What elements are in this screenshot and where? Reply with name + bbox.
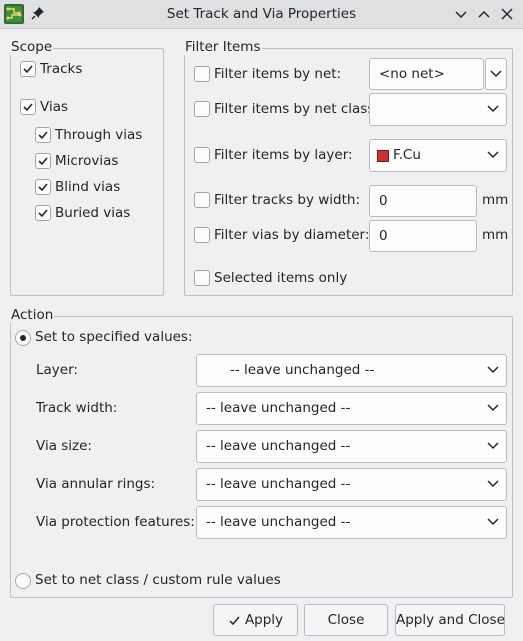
check-icon [38, 183, 48, 192]
via-diameter-input[interactable]: 0 [369, 220, 477, 252]
vias-label: Vias [40, 99, 68, 115]
check-icon [38, 157, 48, 166]
filter-net-checkbox[interactable] [194, 66, 210, 82]
via-diameter-value: 0 [379, 228, 388, 244]
filter-track-width-label: Filter tracks by width: [214, 192, 361, 208]
selected-only-label: Selected items only [214, 270, 348, 286]
net-selector-field[interactable]: <no net> [369, 58, 484, 90]
check-icon [23, 103, 33, 112]
action-protection-dropdown[interactable]: -- leave unchanged -- [196, 506, 507, 539]
set-specified-radio[interactable] [15, 330, 31, 346]
close-button-label: Close [327, 612, 365, 628]
chevron-down-icon [487, 404, 499, 412]
apply-button-label: Apply [244, 612, 284, 628]
action-protection-value: -- leave unchanged -- [206, 514, 351, 530]
filter-net-label: Filter items by net: [214, 66, 342, 82]
check-icon [38, 131, 48, 140]
minimize-icon[interactable] [453, 6, 469, 22]
action-via-size-label: Via size: [36, 438, 92, 454]
maximize-icon[interactable] [476, 6, 492, 22]
filter-layer-checkbox[interactable] [194, 147, 210, 163]
action-annular-rings-dropdown[interactable]: -- leave unchanged -- [196, 468, 507, 501]
chevron-down-icon [487, 518, 499, 526]
chevron-down-icon [487, 442, 499, 450]
check-icon [38, 209, 48, 218]
scope-label: Scope [10, 39, 54, 55]
close-icon[interactable] [499, 6, 515, 22]
action-layer-label: Layer: [36, 362, 78, 378]
set-specified-label: Set to specified values: [35, 329, 193, 345]
action-via-size-dropdown[interactable]: -- leave unchanged -- [196, 430, 507, 463]
chevron-down-icon [487, 151, 499, 159]
close-button[interactable]: Close [304, 604, 388, 636]
chevron-down-icon [487, 366, 499, 374]
filter-via-diameter-checkbox[interactable] [194, 227, 210, 243]
filter-label: Filter Items [184, 39, 262, 55]
tracks-checkbox[interactable] [20, 61, 36, 77]
track-width-unit: mm [482, 192, 509, 208]
action-annular-rings-label: Via annular rings: [36, 476, 156, 492]
buried-vias-checkbox[interactable] [35, 205, 51, 221]
filter-track-width-checkbox[interactable] [194, 192, 210, 208]
action-track-width-value: -- leave unchanged -- [206, 400, 351, 416]
action-layer-dropdown[interactable]: -- leave unchanged -- [196, 354, 507, 387]
chevron-down-icon [487, 480, 499, 488]
action-track-width-dropdown[interactable]: -- leave unchanged -- [196, 392, 507, 425]
filter-netclass-checkbox[interactable] [194, 101, 210, 117]
selected-only-checkbox[interactable] [194, 270, 210, 286]
net-selector-dropdown-button[interactable] [485, 58, 507, 90]
apply-button[interactable]: Apply [213, 604, 298, 636]
check-icon [23, 65, 33, 74]
action-annular-rings-value: -- leave unchanged -- [206, 476, 351, 492]
filter-netclass-label: Filter items by net class: [214, 101, 379, 117]
filter-layer-label: Filter items by layer: [214, 147, 353, 163]
layer-filter-value: F.Cu [393, 147, 421, 163]
chevron-down-icon [487, 105, 499, 113]
filter-via-diameter-label: Filter vias by diameter: [214, 227, 370, 243]
buried-vias-label: Buried vias [55, 205, 131, 221]
track-width-input[interactable]: 0 [369, 185, 477, 217]
chevron-down-icon [490, 70, 502, 78]
window-title: Set Track and Via Properties [166, 6, 357, 22]
microvias-checkbox[interactable] [35, 153, 51, 169]
layer-filter-dropdown[interactable]: F.Cu [369, 139, 507, 172]
microvias-label: Microvias [55, 153, 119, 169]
net-selector-value: <no net> [379, 66, 445, 82]
action-protection-label: Via protection features: [36, 514, 195, 530]
through-vias-label: Through vias [55, 127, 143, 143]
apply-and-close-button[interactable]: Apply and Close [395, 604, 505, 636]
scope-group [10, 48, 164, 296]
tracks-label: Tracks [40, 61, 83, 77]
vias-checkbox[interactable] [20, 99, 36, 115]
title-bar: Set Track and Via Properties [0, 0, 523, 29]
action-label: Action [10, 307, 55, 323]
action-via-size-value: -- leave unchanged -- [206, 438, 351, 454]
set-netclass-radio[interactable] [15, 573, 31, 589]
netclass-dropdown[interactable] [369, 93, 507, 126]
blind-vias-checkbox[interactable] [35, 179, 51, 195]
via-diameter-unit: mm [482, 227, 509, 243]
layer-color-swatch [377, 150, 389, 162]
through-vias-checkbox[interactable] [35, 127, 51, 143]
set-netclass-label: Set to net class / custom rule values [35, 572, 281, 588]
action-track-width-label: Track width: [36, 400, 118, 416]
checkmark-icon [229, 616, 240, 625]
radio-dot [20, 335, 26, 341]
apply-and-close-button-label: Apply and Close [396, 612, 505, 628]
track-width-value: 0 [379, 193, 388, 209]
blind-vias-label: Blind vias [55, 179, 121, 195]
action-layer-value: -- leave unchanged -- [230, 362, 375, 378]
